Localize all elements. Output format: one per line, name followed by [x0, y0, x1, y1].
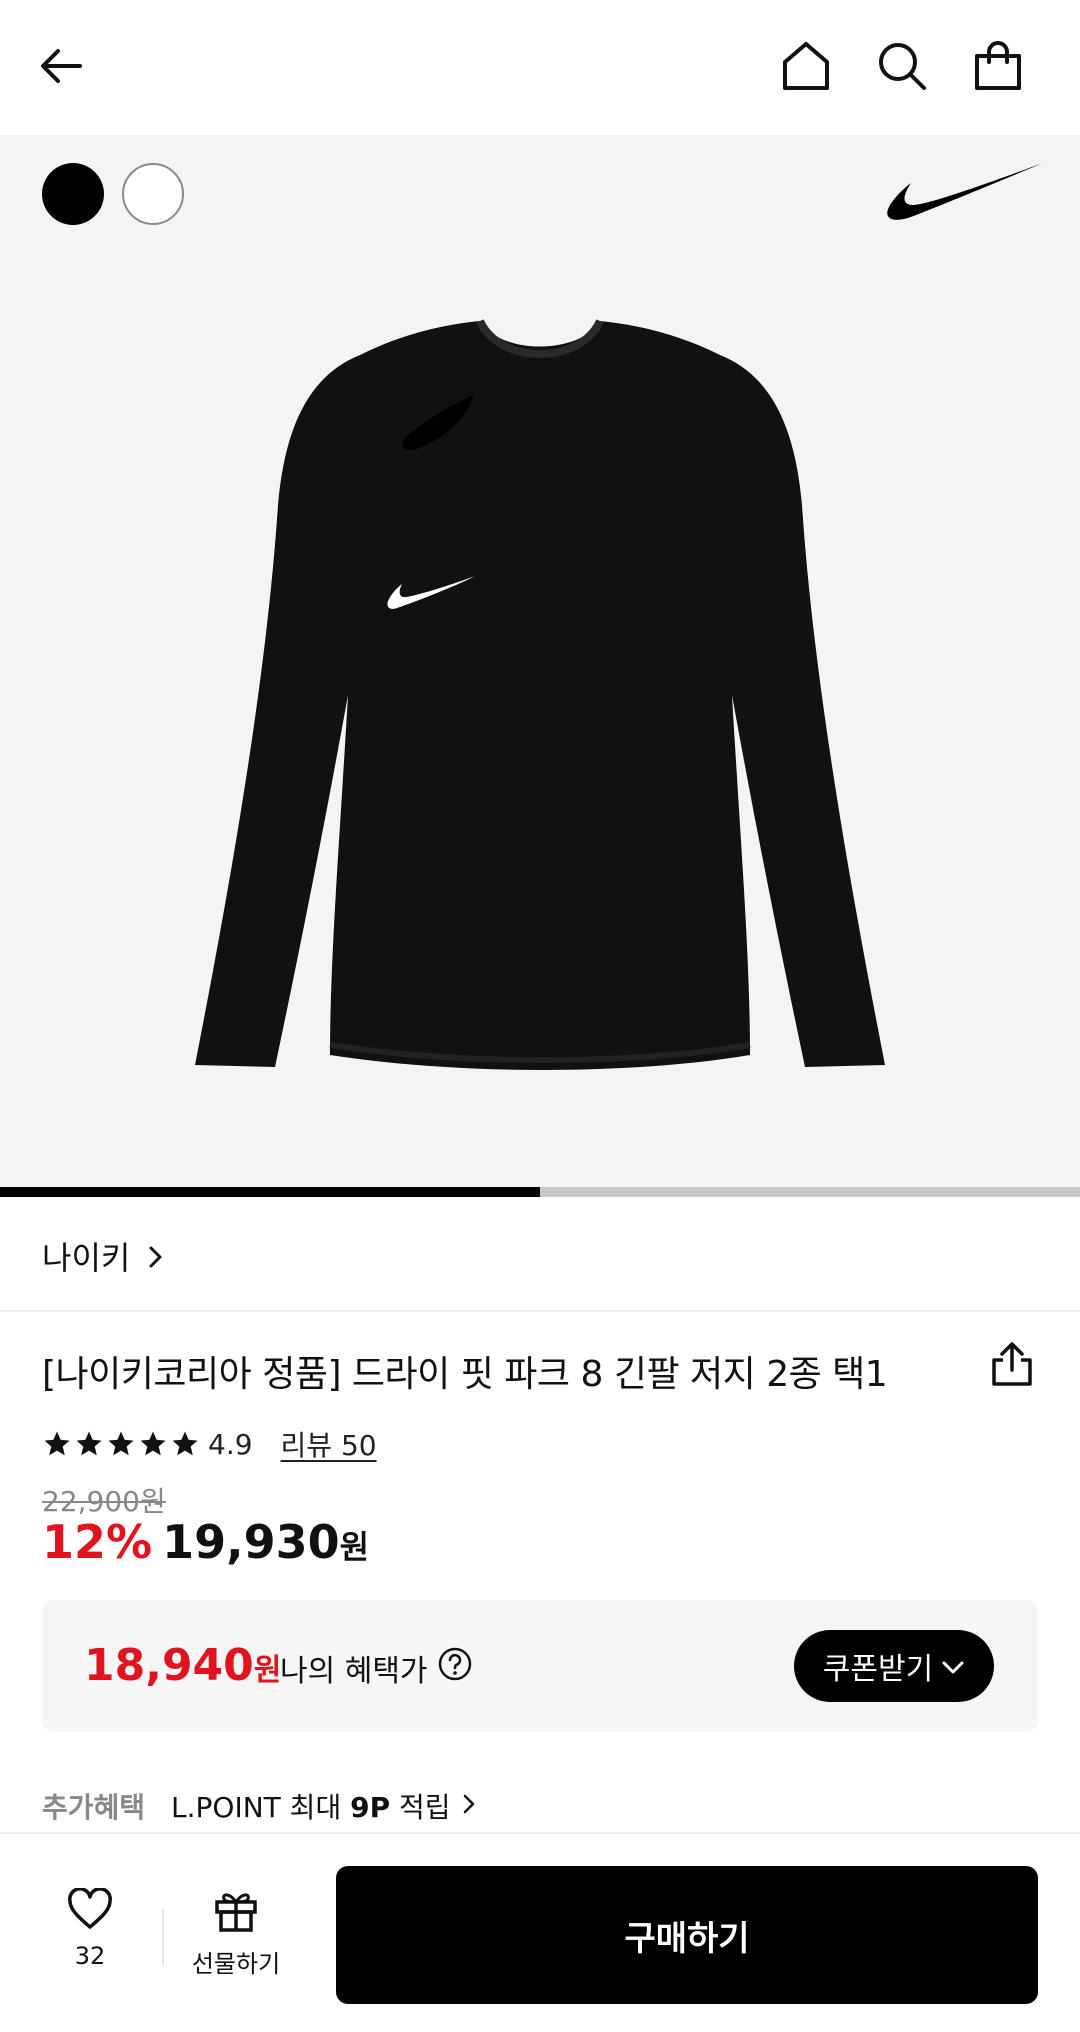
color-swatch-black[interactable] — [42, 163, 104, 225]
benefit-price: 18,940원 — [84, 1640, 281, 1691]
bottom-action-bar: 32 선물하기 구매하기 — [0, 1832, 1080, 2032]
sale-price-unit: 원 — [339, 1528, 370, 1566]
benefit-label: 나의 혜택가 — [280, 1654, 428, 1689]
get-coupon-label: 쿠폰받기 — [822, 1652, 934, 1687]
home-icon[interactable] — [776, 36, 836, 96]
chevron-right-icon — [461, 1790, 477, 1823]
gallery-progress-fill — [0, 1187, 540, 1197]
extra-text-prefix: L.POINT 최대 — [171, 1791, 351, 1824]
chevron-down-icon — [941, 1649, 965, 1684]
gift-label: 선물하기 — [191, 1950, 281, 1978]
like-button[interactable]: 32 — [42, 1887, 138, 1970]
gift-button[interactable]: 선물하기 — [188, 1888, 284, 1979]
extra-benefit-label: 추가혜택 — [42, 1791, 146, 1824]
product-image-gallery[interactable] — [0, 135, 1080, 1197]
extra-text-suffix: 적립 — [390, 1791, 451, 1824]
shopping-bag-icon[interactable] — [968, 36, 1028, 96]
rating-value: 4.9 — [208, 1427, 253, 1461]
color-swatch-white[interactable] — [122, 163, 184, 225]
rating-stars — [42, 1429, 200, 1459]
brand-link-row[interactable]: 나이키 — [0, 1197, 1080, 1312]
share-icon[interactable] — [988, 1340, 1036, 1392]
benefit-price-unit: 원 — [253, 1653, 282, 1688]
get-coupon-button[interactable]: 쿠폰받기 — [794, 1630, 994, 1702]
discount-rate: 12% — [42, 1515, 153, 1569]
rating-row: 4.9 리뷰 50 — [42, 1424, 377, 1464]
star-icon — [76, 1431, 102, 1456]
sale-price: 19,930 — [162, 1515, 340, 1569]
original-price: 22,900원 — [42, 1485, 166, 1518]
star-icon — [108, 1431, 134, 1456]
back-arrow-icon[interactable] — [32, 36, 92, 96]
heart-icon — [68, 1887, 112, 1929]
product-title: [나이키코리아 정품] 드라이 핏 파크 8 긴팔 저지 2종 택1 — [42, 1354, 888, 1395]
review-link[interactable]: 리뷰 50 — [281, 1424, 377, 1464]
nike-swoosh-logo — [885, 161, 1045, 231]
gallery-progress-bar — [0, 1187, 1080, 1197]
bottom-divider — [162, 1909, 164, 1965]
gift-icon — [215, 1893, 257, 1932]
like-count: 32 — [74, 1942, 106, 1970]
star-icon — [140, 1431, 166, 1456]
star-icon — [44, 1431, 70, 1456]
extra-benefit-text: L.POINT 최대 9P 적립 — [171, 1786, 451, 1826]
star-icon — [172, 1431, 198, 1456]
product-image-jersey — [190, 275, 890, 1079]
benefit-label-group: 나의 혜택가 — [280, 1646, 472, 1690]
brand-name: 나이키 — [42, 1239, 131, 1277]
buy-button[interactable]: 구매하기 — [336, 1866, 1038, 2004]
question-circle-icon[interactable] — [438, 1647, 472, 1689]
benefit-price-value: 18,940 — [84, 1640, 254, 1691]
extra-benefit-row[interactable]: 추가혜택 L.POINT 최대 9P 적립 — [42, 1786, 477, 1826]
price-row: 12% 19,930 원 — [42, 1515, 369, 1569]
chevron-right-icon — [146, 1243, 166, 1275]
top-nav-bar — [0, 0, 1080, 135]
extra-points: 9P — [350, 1791, 391, 1824]
benefit-price-box: 18,940원 나의 혜택가 쿠폰받기 — [42, 1600, 1038, 1732]
search-icon[interactable] — [872, 36, 932, 96]
